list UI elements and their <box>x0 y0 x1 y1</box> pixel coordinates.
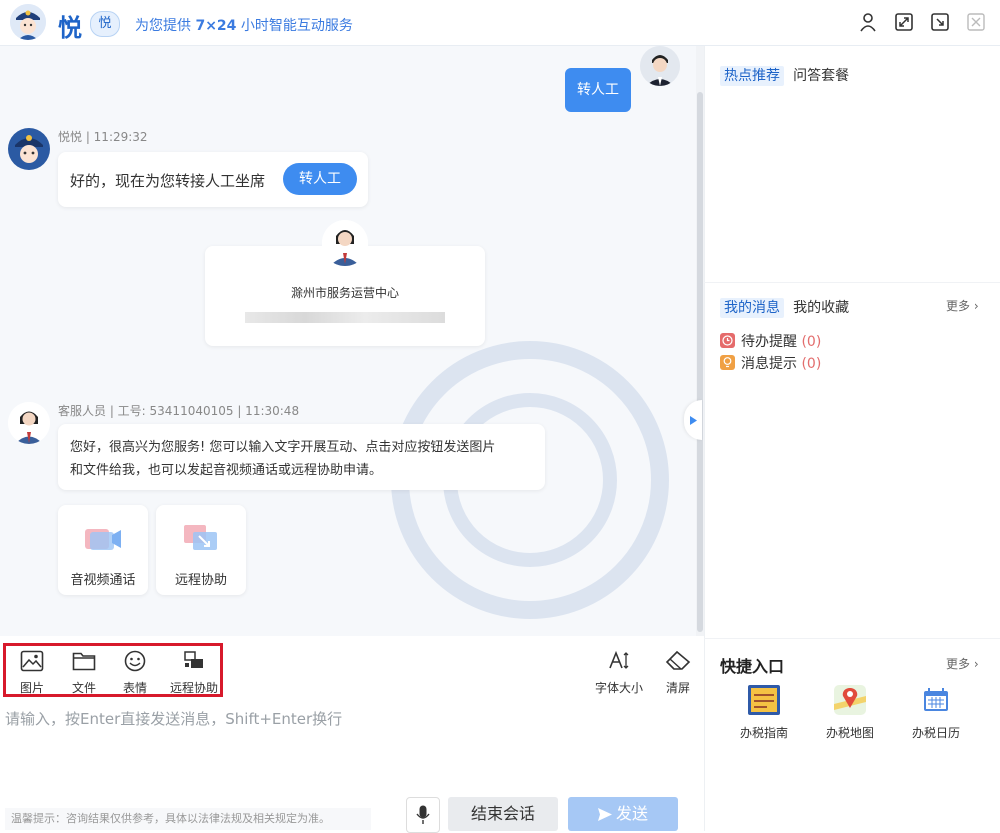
message-notice-item[interactable]: 消息提示 (0) <box>720 353 821 373</box>
message-notice-count: (0) <box>801 356 822 372</box>
bot-name-time: 悦悦 | 11:29:32 <box>58 130 148 144</box>
messages-more-link[interactable]: 更多 › <box>946 297 979 314</box>
video-call-icon <box>85 529 121 550</box>
quick-tax-map[interactable]: 办税地图 <box>810 684 890 744</box>
tab-my-messages[interactable]: 我的消息 <box>720 298 784 318</box>
font-size-icon <box>609 650 629 669</box>
transfer-human-button[interactable]: 转人工 <box>283 163 357 195</box>
remote-assist-tile[interactable]: 远程协助 <box>156 505 246 595</box>
service-center-name: 滁州市服务运营中心 <box>290 286 399 300</box>
header-slogan: 为您提供 7×24 小时智能互动服务 <box>135 15 353 35</box>
caret-right-icon <box>690 416 697 425</box>
quick-tax-calendar[interactable]: 办税日历 <box>896 684 976 744</box>
user-icon[interactable] <box>858 12 878 32</box>
close-icon[interactable] <box>966 12 986 32</box>
slogan-suffix: 小时智能互动服务 <box>240 18 353 34</box>
clock-icon <box>720 333 735 348</box>
message-tabs: 我的消息 我的收藏 <box>720 297 849 318</box>
divider <box>704 638 1000 639</box>
quick-more-link[interactable]: 更多 › <box>946 655 979 672</box>
tax-guide-label: 办税指南 <box>739 726 788 740</box>
tab-my-favorites[interactable]: 我的收藏 <box>793 300 849 316</box>
tax-guide-icon <box>748 685 780 715</box>
send-label: 发送 <box>615 804 648 823</box>
user-avatar <box>640 46 680 86</box>
eraser-icon <box>665 650 691 670</box>
toolbar-highlight-box <box>3 643 223 697</box>
slogan-strong: 7×24 <box>195 18 237 34</box>
tax-calendar-label: 办税日历 <box>911 726 960 740</box>
tab-hot-recommend[interactable]: 热点推荐 <box>720 66 784 86</box>
slogan-prefix: 为您提供 <box>135 18 191 34</box>
bot-avatar <box>8 128 50 170</box>
divider <box>704 282 1000 283</box>
map-pin-icon <box>834 685 866 715</box>
disclaimer-tip: 温馨提示：咨询结果仅供参考，具体以法律法规及相关规定为准。 <box>5 808 371 830</box>
video-call-tile[interactable]: 音视频通话 <box>58 505 148 595</box>
agent-name-time: 客服人员 | 工号: 53411040105 | 11:30:48 <box>58 404 300 418</box>
quick-entry-title: 快捷入口 <box>720 657 785 676</box>
voice-input-button[interactable] <box>406 797 440 833</box>
clear-label: 清屏 <box>665 681 690 695</box>
fullscreen-icon[interactable] <box>894 12 914 32</box>
calendar-icon <box>924 688 948 711</box>
send-icon <box>597 808 612 821</box>
todo-reminder-count: (0) <box>801 334 822 350</box>
remote-assist-label: 远程协助 <box>174 573 227 588</box>
brand-logo-text: 悦 <box>58 14 82 42</box>
remote-assist-icon <box>184 525 217 550</box>
font-size-label: 字体大小 <box>594 681 643 695</box>
blurred-info <box>245 312 445 323</box>
hot-tabs: 热点推荐 问答套餐 <box>720 65 849 86</box>
agent-photo <box>322 220 368 266</box>
message-input[interactable]: 请输入，按Enter直接发送消息，Shift+Enter换行 <box>5 708 695 788</box>
user-message-bubble: 转人工 <box>565 68 631 112</box>
todo-reminder-label: 待办提醒 <box>741 334 797 350</box>
tool-font-size[interactable]: 字体大小 <box>592 650 646 696</box>
bot-message-text: 好的，现在为您转接人工坐席 <box>70 172 266 190</box>
tax-map-label: 办税地图 <box>825 726 874 740</box>
quick-tax-guide[interactable]: 办税指南 <box>724 684 804 744</box>
microphone-icon <box>416 805 430 824</box>
video-call-label: 音视频通话 <box>70 573 136 588</box>
message-notice-label: 消息提示 <box>741 356 797 372</box>
send-button[interactable]: 发送 <box>568 797 678 831</box>
agent-message-line2: 和文件给我，也可以发起音视频通话或远程协助申请。 <box>70 463 383 478</box>
end-session-button[interactable]: 结束会话 <box>448 797 558 831</box>
todo-reminder-item[interactable]: 待办提醒 (0) <box>720 331 821 351</box>
agent-avatar <box>8 402 50 444</box>
agent-message-text: 您好，很高兴为您服务! 您可以输入文字开展互动、点击对应按钮发送图片 和文件给我… <box>70 436 495 482</box>
tool-clear[interactable]: 清屏 <box>660 650 696 696</box>
assistant-avatar <box>10 4 46 40</box>
brand-badge: 悦 <box>90 11 120 37</box>
bulb-icon <box>720 355 735 370</box>
tab-qa-package[interactable]: 问答套餐 <box>793 68 849 84</box>
minimize-icon[interactable] <box>930 12 950 32</box>
chat-scrollbar-thumb[interactable] <box>697 92 703 632</box>
agent-message-line1: 您好，很高兴为您服务! 您可以输入文字开展互动、点击对应按钮发送图片 <box>70 440 496 455</box>
